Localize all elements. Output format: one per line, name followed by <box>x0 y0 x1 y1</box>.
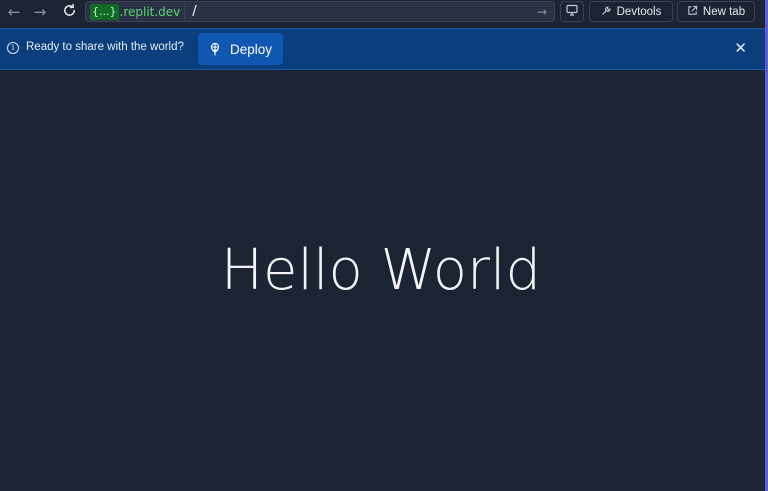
monitor-icon <box>566 4 578 19</box>
url-bar[interactable]: {...} .replit.dev / → <box>85 1 555 22</box>
arrow-right-icon: → <box>33 3 47 21</box>
new-tab-label: New tab <box>702 5 746 18</box>
url-host-chip: {...} <box>90 3 119 20</box>
page-heading: Hello World <box>220 238 542 303</box>
device-preview-button[interactable] <box>560 1 584 22</box>
url-host-suffix: .replit.dev <box>119 4 181 19</box>
deploy-label: Deploy <box>230 41 273 57</box>
url-host: {...} .replit.dev <box>86 2 186 21</box>
devtools-button[interactable]: Devtools <box>589 1 673 22</box>
external-link-icon <box>687 5 698 19</box>
wrench-icon <box>601 5 612 19</box>
reload-button[interactable] <box>58 1 80 23</box>
arrow-left-icon: ← <box>7 3 21 21</box>
info-icon: i <box>7 42 19 54</box>
url-path-input[interactable]: / <box>185 4 537 19</box>
forward-button[interactable]: → <box>29 1 51 23</box>
go-arrow-icon[interactable]: → <box>537 5 554 19</box>
browser-toolbar: ← → {...} .replit.dev / → Devtools New t… <box>0 0 765 26</box>
back-button[interactable]: ← <box>3 1 25 23</box>
page-content: Hello World <box>0 70 765 491</box>
deploy-button[interactable]: Deploy <box>198 33 283 65</box>
new-tab-button[interactable]: New tab <box>677 1 755 22</box>
deploy-banner: i Ready to share with the world? Deploy … <box>0 28 765 70</box>
close-icon[interactable]: ✕ <box>734 40 747 56</box>
banner-message: Ready to share with the world? <box>26 41 184 53</box>
webview-frame: ← → {...} .replit.dev / → Devtools New t… <box>0 0 768 491</box>
reload-icon <box>62 3 77 22</box>
deploy-icon <box>208 42 222 56</box>
devtools-label: Devtools <box>616 5 662 18</box>
